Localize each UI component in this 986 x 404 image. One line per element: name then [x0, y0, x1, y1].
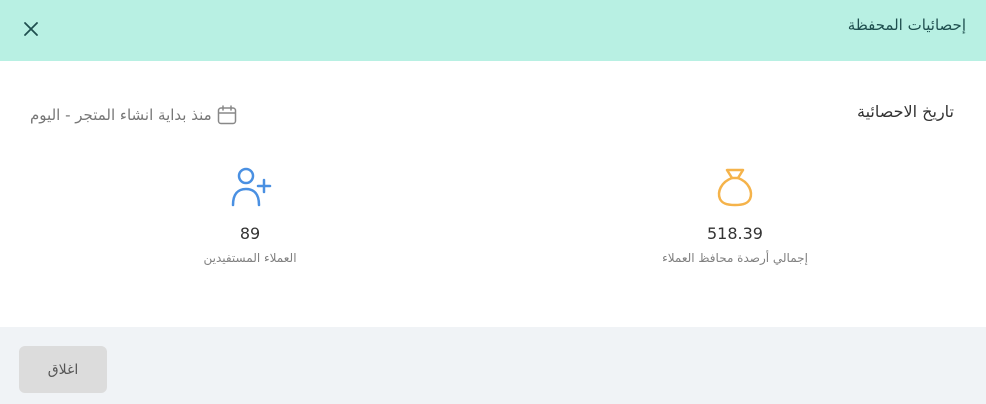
close-modal-button[interactable]: اغلاق	[19, 346, 107, 393]
modal-title: إحصائيات المحفظة	[847, 16, 966, 34]
total-balances-stat: 518.39 إجمالي أرصدة محافظ العملاء	[585, 162, 885, 265]
beneficiaries-label: العملاء المستفيدين	[203, 251, 297, 265]
close-icon	[24, 22, 38, 36]
total-balances-value: 518.39	[707, 224, 763, 243]
total-balances-label: إجمالي أرصدة محافظ العملاء	[662, 251, 808, 265]
beneficiaries-value: 89	[239, 224, 261, 243]
user-plus-icon	[226, 162, 274, 210]
date-range: منذ بداية انشاء المتجر - اليوم	[30, 103, 238, 127]
close-button[interactable]	[20, 18, 42, 40]
wallet-stats-modal: إحصائيات المحفظة تاريخ الاحصائية منذ بدا…	[0, 0, 986, 404]
calendar-icon	[216, 104, 238, 126]
money-bag-icon	[711, 162, 759, 210]
beneficiaries-stat: 89 العملاء المستفيدين	[100, 162, 400, 265]
stats-date-label: تاريخ الاحصائية	[857, 102, 954, 121]
modal-footer: اغلاق	[0, 327, 986, 404]
modal-header: إحصائيات المحفظة	[0, 0, 986, 61]
date-range-text: منذ بداية انشاء المتجر - اليوم	[30, 106, 212, 124]
